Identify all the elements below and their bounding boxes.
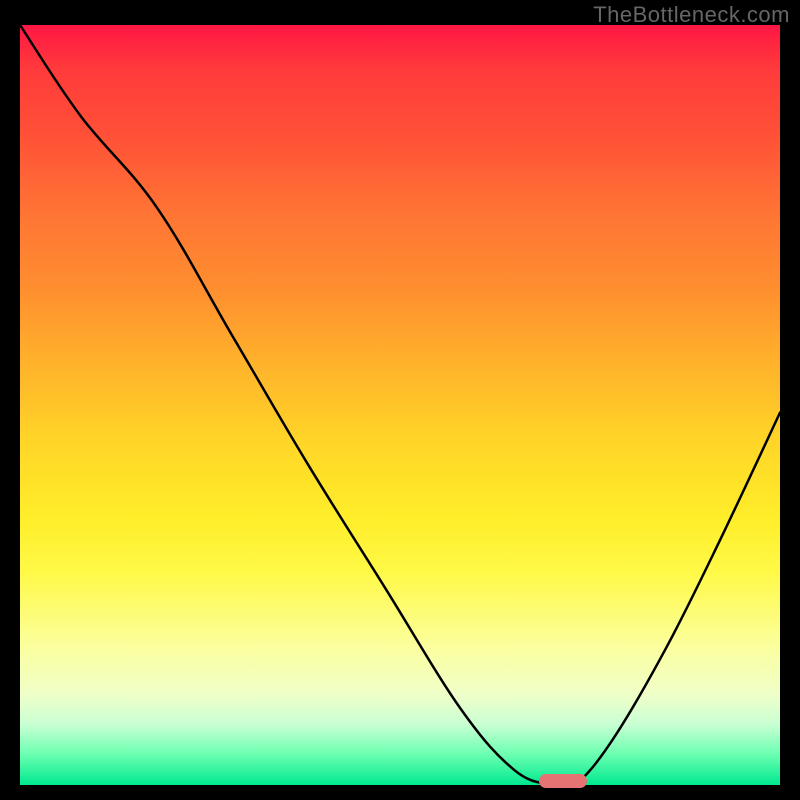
- optimal-marker: [539, 774, 587, 788]
- chart-frame: TheBottleneck.com: [0, 0, 800, 800]
- watermark-text: TheBottleneck.com: [593, 2, 790, 28]
- gradient-plot-area: [20, 25, 780, 785]
- curve-path: [20, 25, 780, 785]
- bottleneck-curve: [20, 25, 780, 785]
